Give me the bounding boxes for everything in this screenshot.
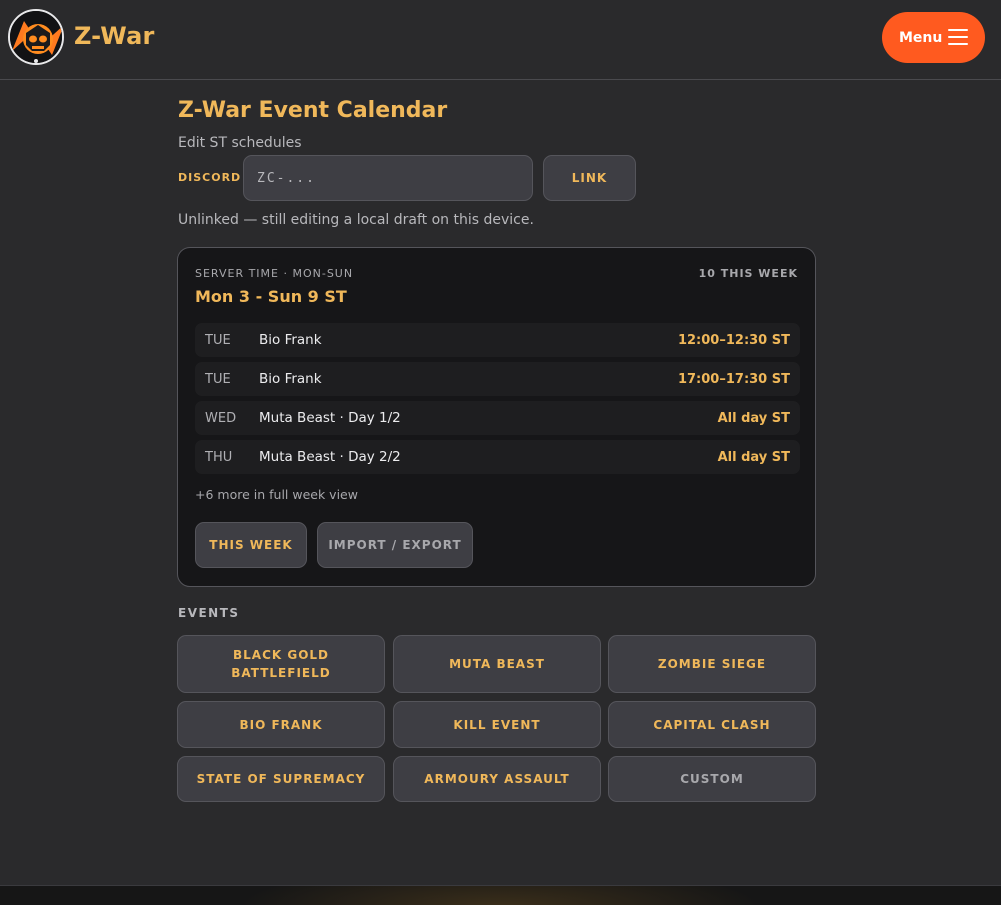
event-button-kill-event[interactable]: KILL EVENT (393, 701, 601, 748)
brand-name[interactable]: Z-War (74, 22, 155, 50)
event-button-zombie-siege[interactable]: ZOMBIE SIEGE (608, 635, 816, 693)
discord-input[interactable] (243, 155, 533, 201)
week-event-row[interactable]: WED Muta Beast · Day 1/2 All day ST (195, 401, 800, 435)
week-event-count: 10 THIS WEEK (698, 267, 798, 280)
zwar-logo-icon[interactable] (8, 9, 64, 65)
event-button-custom[interactable]: CUSTOM (608, 756, 816, 802)
event-time: 17:00–17:30 ST (677, 371, 790, 387)
event-time: 12:00–12:30 ST (677, 332, 790, 348)
event-day: TUE (205, 371, 231, 387)
event-button-capital-clash[interactable]: CAPITAL CLASH (608, 701, 816, 748)
week-event-list: TUE Bio Frank 12:00–12:30 ST TUE Bio Fra… (195, 323, 800, 479)
top-bar: Z-War Menu (0, 0, 1001, 80)
event-day: THU (205, 449, 233, 465)
page-subtitle: Edit ST schedules (178, 135, 302, 151)
menu-button[interactable]: Menu (882, 12, 985, 63)
event-button-black-gold-battlefield[interactable]: BLACK GOLD BATTLEFIELD (177, 635, 385, 693)
events-section-label: EVENTS (178, 606, 240, 620)
week-date-range: Mon 3 - Sun 9 ST (195, 287, 347, 306)
footer-strip (0, 885, 1001, 905)
page-title: Z-War Event Calendar (178, 98, 448, 123)
menu-button-label: Menu (899, 29, 943, 46)
event-name: Muta Beast · Day 2/2 (259, 449, 401, 465)
event-day: WED (205, 410, 237, 426)
event-time: All day ST (717, 410, 790, 426)
week-summary-card: SERVER TIME · MON-SUN 10 THIS WEEK Mon 3… (177, 247, 816, 587)
event-button-bio-frank[interactable]: BIO FRANK (177, 701, 385, 748)
event-name: Muta Beast · Day 1/2 (259, 410, 401, 426)
link-status-text: Unlinked — still editing a local draft o… (178, 212, 534, 228)
hamburger-icon (948, 29, 968, 45)
event-day: TUE (205, 332, 231, 348)
event-time: All day ST (717, 449, 790, 465)
event-button-armoury-assault[interactable]: ARMOURY ASSAULT (393, 756, 601, 802)
week-event-row[interactable]: TUE Bio Frank 12:00–12:30 ST (195, 323, 800, 357)
event-button-muta-beast[interactable]: MUTA BEAST (393, 635, 601, 693)
week-event-row[interactable]: TUE Bio Frank 17:00–17:30 ST (195, 362, 800, 396)
discord-label: DISCORD (178, 171, 242, 184)
event-button-state-of-supremacy[interactable]: STATE OF SUPREMACY (177, 756, 385, 802)
event-name: Bio Frank (259, 332, 322, 348)
server-time-label: SERVER TIME · MON-SUN (195, 267, 354, 280)
more-events-note: +6 more in full week view (195, 487, 358, 502)
event-name: Bio Frank (259, 371, 322, 387)
week-event-row[interactable]: THU Muta Beast · Day 2/2 All day ST (195, 440, 800, 474)
import-export-button[interactable]: IMPORT / EXPORT (317, 522, 473, 568)
link-button[interactable]: LINK (543, 155, 636, 201)
this-week-button[interactable]: THIS WEEK (195, 522, 307, 568)
